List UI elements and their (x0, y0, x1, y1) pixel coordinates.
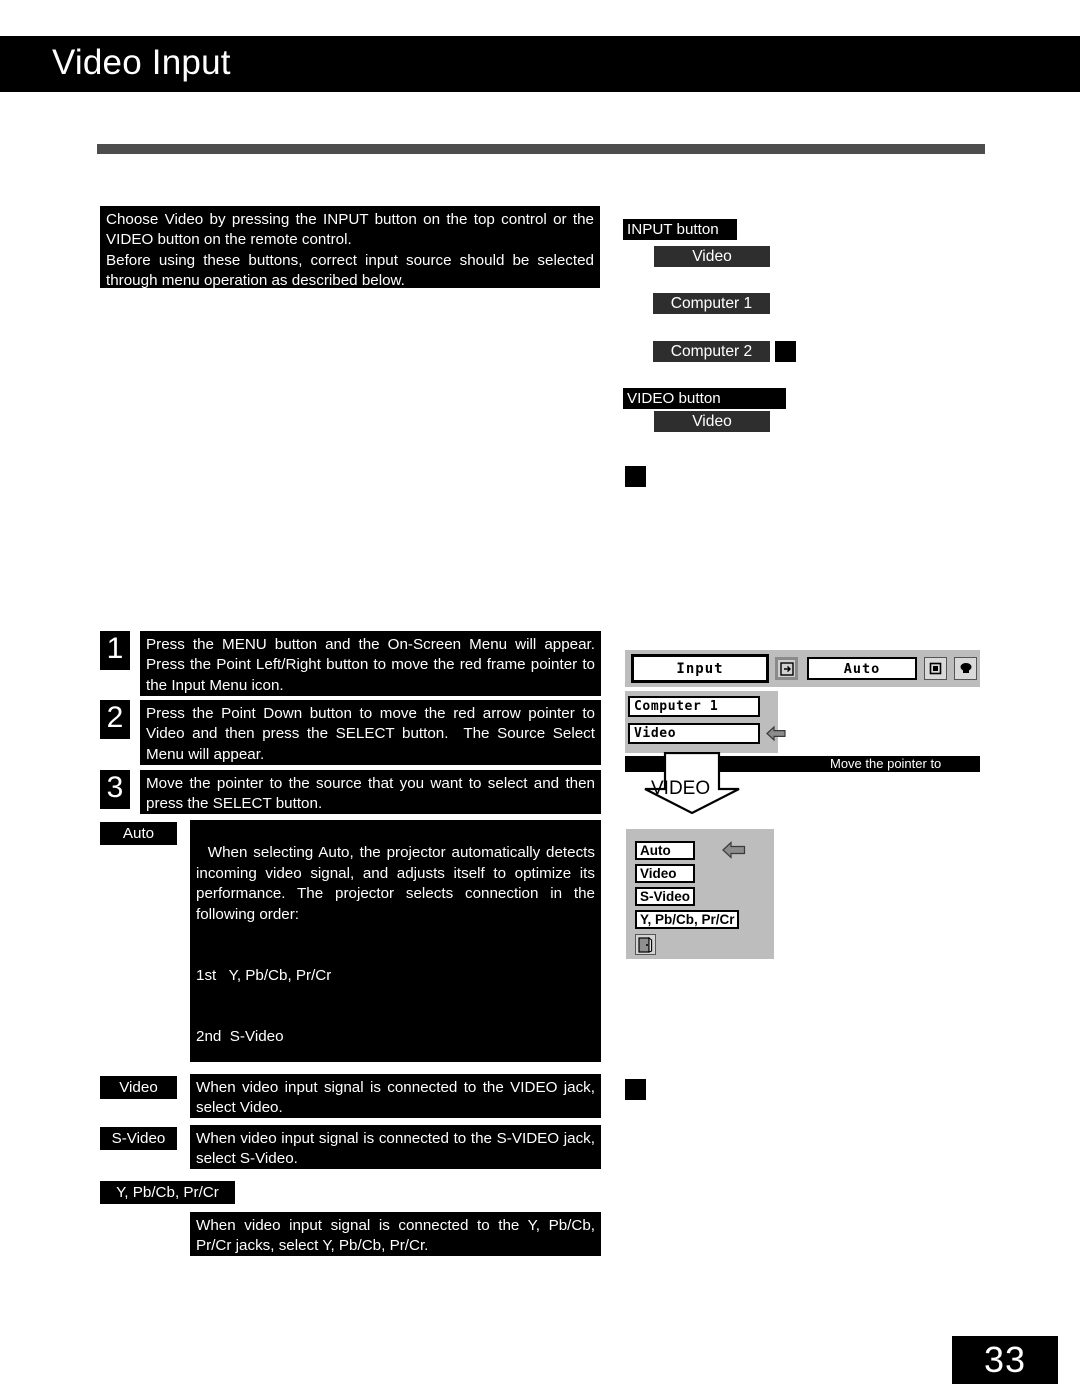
auto-order-2: 2nd S-Video (196, 1028, 284, 1046)
source-desc-auto: When selecting Auto, the projector autom… (190, 820, 601, 1062)
video-button-label: VIDEO button (623, 388, 786, 409)
input-button-label: INPUT button (623, 219, 737, 240)
osd-tab-input[interactable]: Input (631, 654, 769, 683)
step-number-1: 1 (100, 631, 130, 670)
redaction-marker-2 (625, 466, 646, 487)
source-label-ypbpr: Y, Pb/Cb, Pr/Cr (100, 1181, 235, 1204)
intro-paragraph: Choose Video by pressing the INPUT butto… (100, 206, 600, 288)
osd-dropdown-computer1[interactable]: Computer 1 (628, 696, 760, 717)
step-text-2: Press the Point Down button to move the … (140, 700, 601, 765)
exit-door-glyph (638, 936, 653, 953)
source-label-auto: Auto (100, 822, 177, 845)
src-item-auto[interactable]: Auto (635, 841, 695, 860)
osd-hint-text: Move the pointer to (830, 756, 942, 771)
source-label-svideo: S-Video (100, 1127, 177, 1150)
color-adjust-icon[interactable] (954, 657, 977, 680)
osd-source-select-panel: Auto Video S-Video Y, Pb/Cb, Pr/Cr (626, 829, 774, 959)
input-seq-computer2: Computer 2 (653, 341, 770, 362)
step-number-3: 3 (100, 770, 130, 809)
section-divider (97, 144, 985, 154)
input-source-glyph (779, 661, 794, 676)
page-title: Video Input (52, 43, 231, 83)
video-arrow-label: VIDEO (651, 778, 711, 799)
source-desc-ypbpr: When video input signal is connected to … (190, 1212, 601, 1256)
osd-input-dropdown: Computer 1 Video (625, 691, 786, 753)
source-left-arrow-pointer (722, 841, 746, 859)
source-label-video: Video (100, 1076, 177, 1099)
redaction-marker-3 (625, 1079, 646, 1100)
step-number-2: 2 (100, 700, 130, 739)
screen-icon[interactable] (924, 657, 947, 680)
src-item-video[interactable]: Video (635, 864, 695, 883)
video-seq-video: Video (654, 411, 770, 432)
screen-glyph (929, 662, 942, 675)
src-item-svideo[interactable]: S-Video (635, 887, 695, 906)
source-desc-svideo: When video input signal is connected to … (190, 1125, 601, 1169)
left-arrow-pointer (766, 725, 786, 742)
step-text-1: Press the MENU button and the On-Screen … (140, 631, 601, 696)
osd-menu-bar: Input Auto (625, 650, 980, 687)
step-text-3: Move the pointer to the source that you … (140, 770, 601, 814)
osd-dropdown-video[interactable]: Video (628, 723, 760, 744)
page-header: Video Input (0, 36, 1080, 92)
input-source-icon[interactable] (775, 657, 798, 680)
page-number: 33 (952, 1336, 1058, 1384)
source-desc-video: When video input signal is connected to … (190, 1074, 601, 1118)
osd-field-auto[interactable]: Auto (807, 657, 917, 680)
redaction-marker-1 (775, 341, 796, 362)
input-seq-video: Video (654, 246, 770, 267)
auto-order-1: 1st Y, Pb/Cb, Pr/Cr (196, 966, 332, 984)
auto-desc-main: When selecting Auto, the projector autom… (196, 844, 600, 923)
color-adjust-glyph (960, 663, 971, 673)
src-item-ypbpr[interactable]: Y, Pb/Cb, Pr/Cr (635, 910, 739, 929)
exit-door-icon[interactable] (635, 934, 656, 955)
input-seq-computer1: Computer 1 (653, 293, 770, 314)
